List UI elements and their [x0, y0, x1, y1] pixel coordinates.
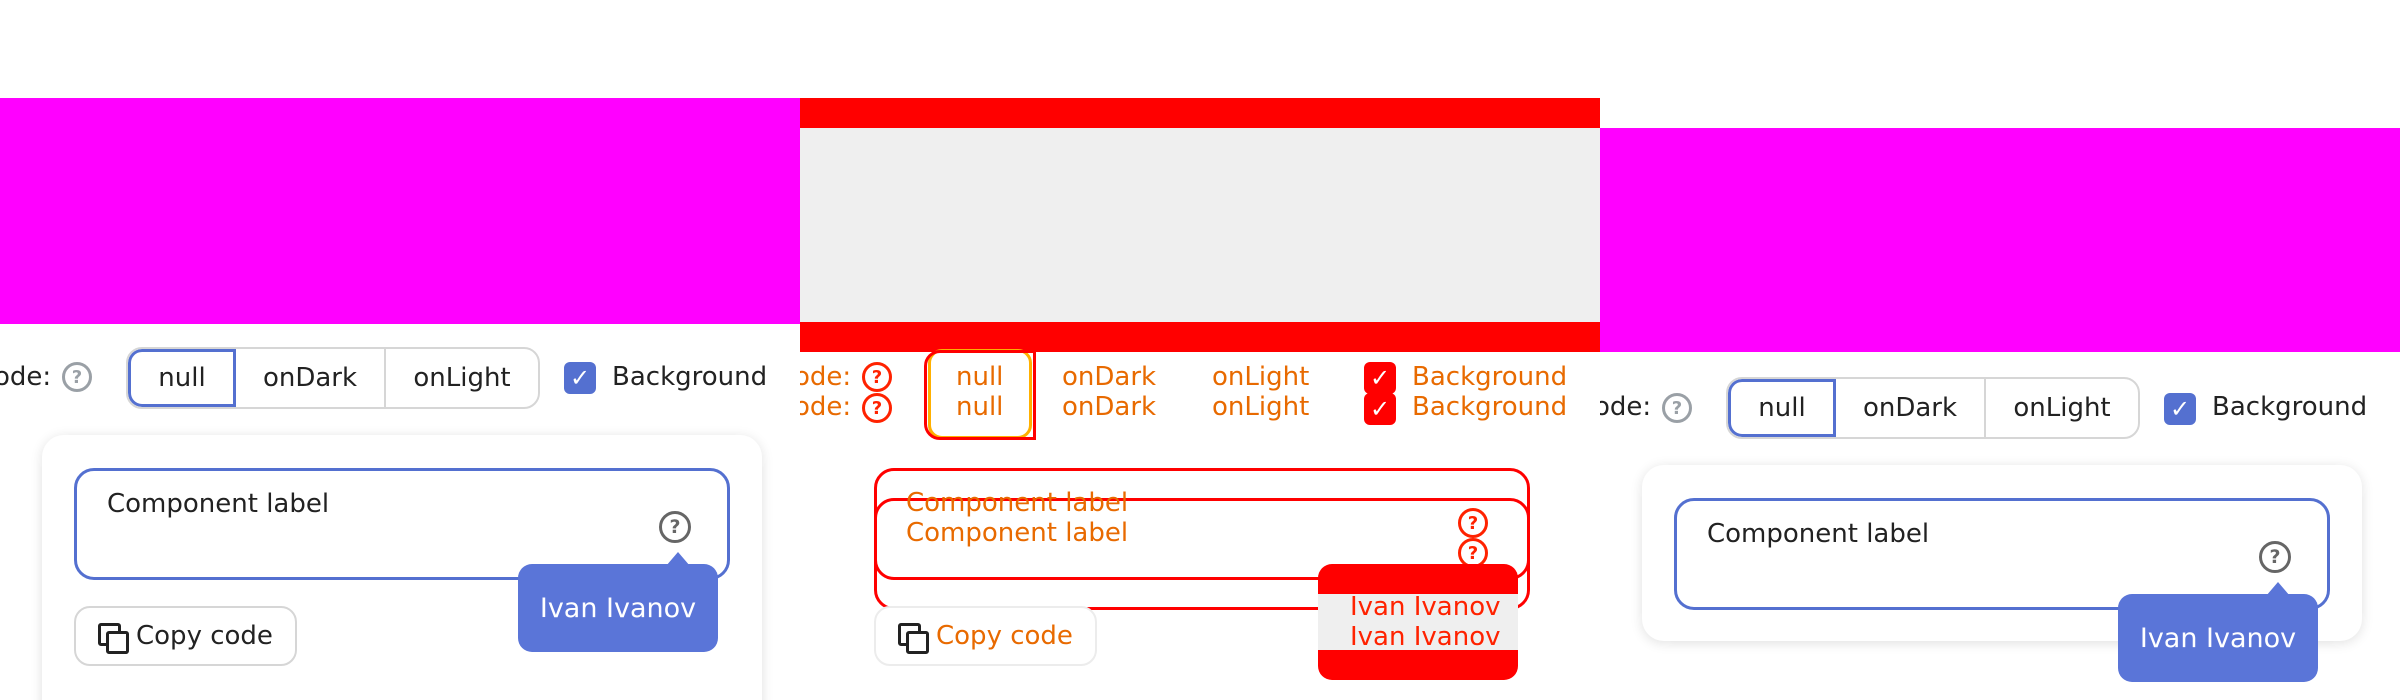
- option-ondark-2[interactable]: onDark: [1062, 392, 1156, 422]
- copy-code-label: Copy code: [936, 621, 1073, 651]
- question-circle-icon[interactable]: ?: [1458, 508, 1488, 538]
- option-onlight[interactable]: onLight: [1212, 362, 1309, 392]
- background-label: Background: [2212, 392, 2368, 422]
- option-onlight[interactable]: onLight: [386, 349, 538, 407]
- tooltip-text-2: Ivan Ivanov: [1350, 622, 1501, 652]
- field-label: Component label: [906, 488, 1129, 518]
- help-icon-2[interactable]: ?: [862, 393, 892, 423]
- question-circle-icon[interactable]: ?: [2259, 541, 2291, 573]
- tooltip-text: Ivan Ivanov: [539, 592, 697, 624]
- tooltip: Ivan Ivanov: [518, 552, 718, 652]
- tooltip-text: Ivan Ivanov: [1350, 592, 1501, 622]
- panel-right: ode: ? null onDark onLight ✓ Background …: [1600, 0, 2400, 700]
- background-checkbox[interactable]: ✓: [2164, 393, 2196, 425]
- option-null[interactable]: null: [1728, 379, 1836, 437]
- option-onlight-2[interactable]: onLight: [1212, 392, 1309, 422]
- field-label: Component label: [107, 489, 330, 519]
- magenta-background: [0, 98, 800, 324]
- panel-left: ode: ? null onDark onLight ✓ Background …: [0, 0, 800, 700]
- tooltip-text: Ivan Ivanov: [2139, 622, 2297, 654]
- magenta-background: [1600, 128, 2400, 352]
- field-label: Component label: [1707, 519, 1930, 549]
- background-checkbox[interactable]: ✓: [1364, 362, 1396, 394]
- tooltip: Ivan Ivanov: [2118, 582, 2318, 682]
- help-icon[interactable]: ?: [862, 362, 892, 392]
- gray-background: [800, 128, 1600, 322]
- mode-label: ode:: [800, 362, 852, 392]
- copy-code-label: Copy code: [136, 621, 273, 651]
- copy-icon: [898, 623, 929, 654]
- mode-label-2: ode:: [800, 392, 852, 422]
- mode-segmented-control: null onDark onLight: [1726, 377, 2140, 439]
- background-checkbox[interactable]: ✓: [564, 362, 596, 394]
- background-label: Background: [1412, 362, 1568, 392]
- copy-code-button[interactable]: Copy code: [74, 606, 297, 666]
- copy-icon: [98, 623, 129, 654]
- mode-label: ode:: [0, 362, 52, 392]
- help-icon[interactable]: ?: [62, 362, 92, 392]
- option-ondark[interactable]: onDark: [1062, 362, 1156, 392]
- option-null[interactable]: null: [128, 349, 236, 407]
- field-label-2: Component label: [906, 518, 1129, 548]
- segment-outline-red: [924, 350, 1036, 440]
- option-ondark[interactable]: onDark: [1836, 379, 1986, 437]
- mode-label: ode:: [1600, 392, 1652, 422]
- copy-code-button[interactable]: Copy code: [874, 606, 1097, 666]
- background-label: Background: [612, 362, 768, 392]
- background-checkbox-2[interactable]: ✓: [1364, 393, 1396, 425]
- mode-segmented-control: null onDark onLight: [126, 347, 540, 409]
- panel-middle: ode: ? ode: ? null null onDark onDark on…: [800, 0, 1600, 700]
- question-circle-icon[interactable]: ?: [659, 511, 691, 543]
- option-ondark[interactable]: onDark: [236, 349, 386, 407]
- background-label-2: Background: [1412, 392, 1568, 422]
- help-icon[interactable]: ?: [1662, 393, 1692, 423]
- option-onlight[interactable]: onLight: [1986, 379, 2138, 437]
